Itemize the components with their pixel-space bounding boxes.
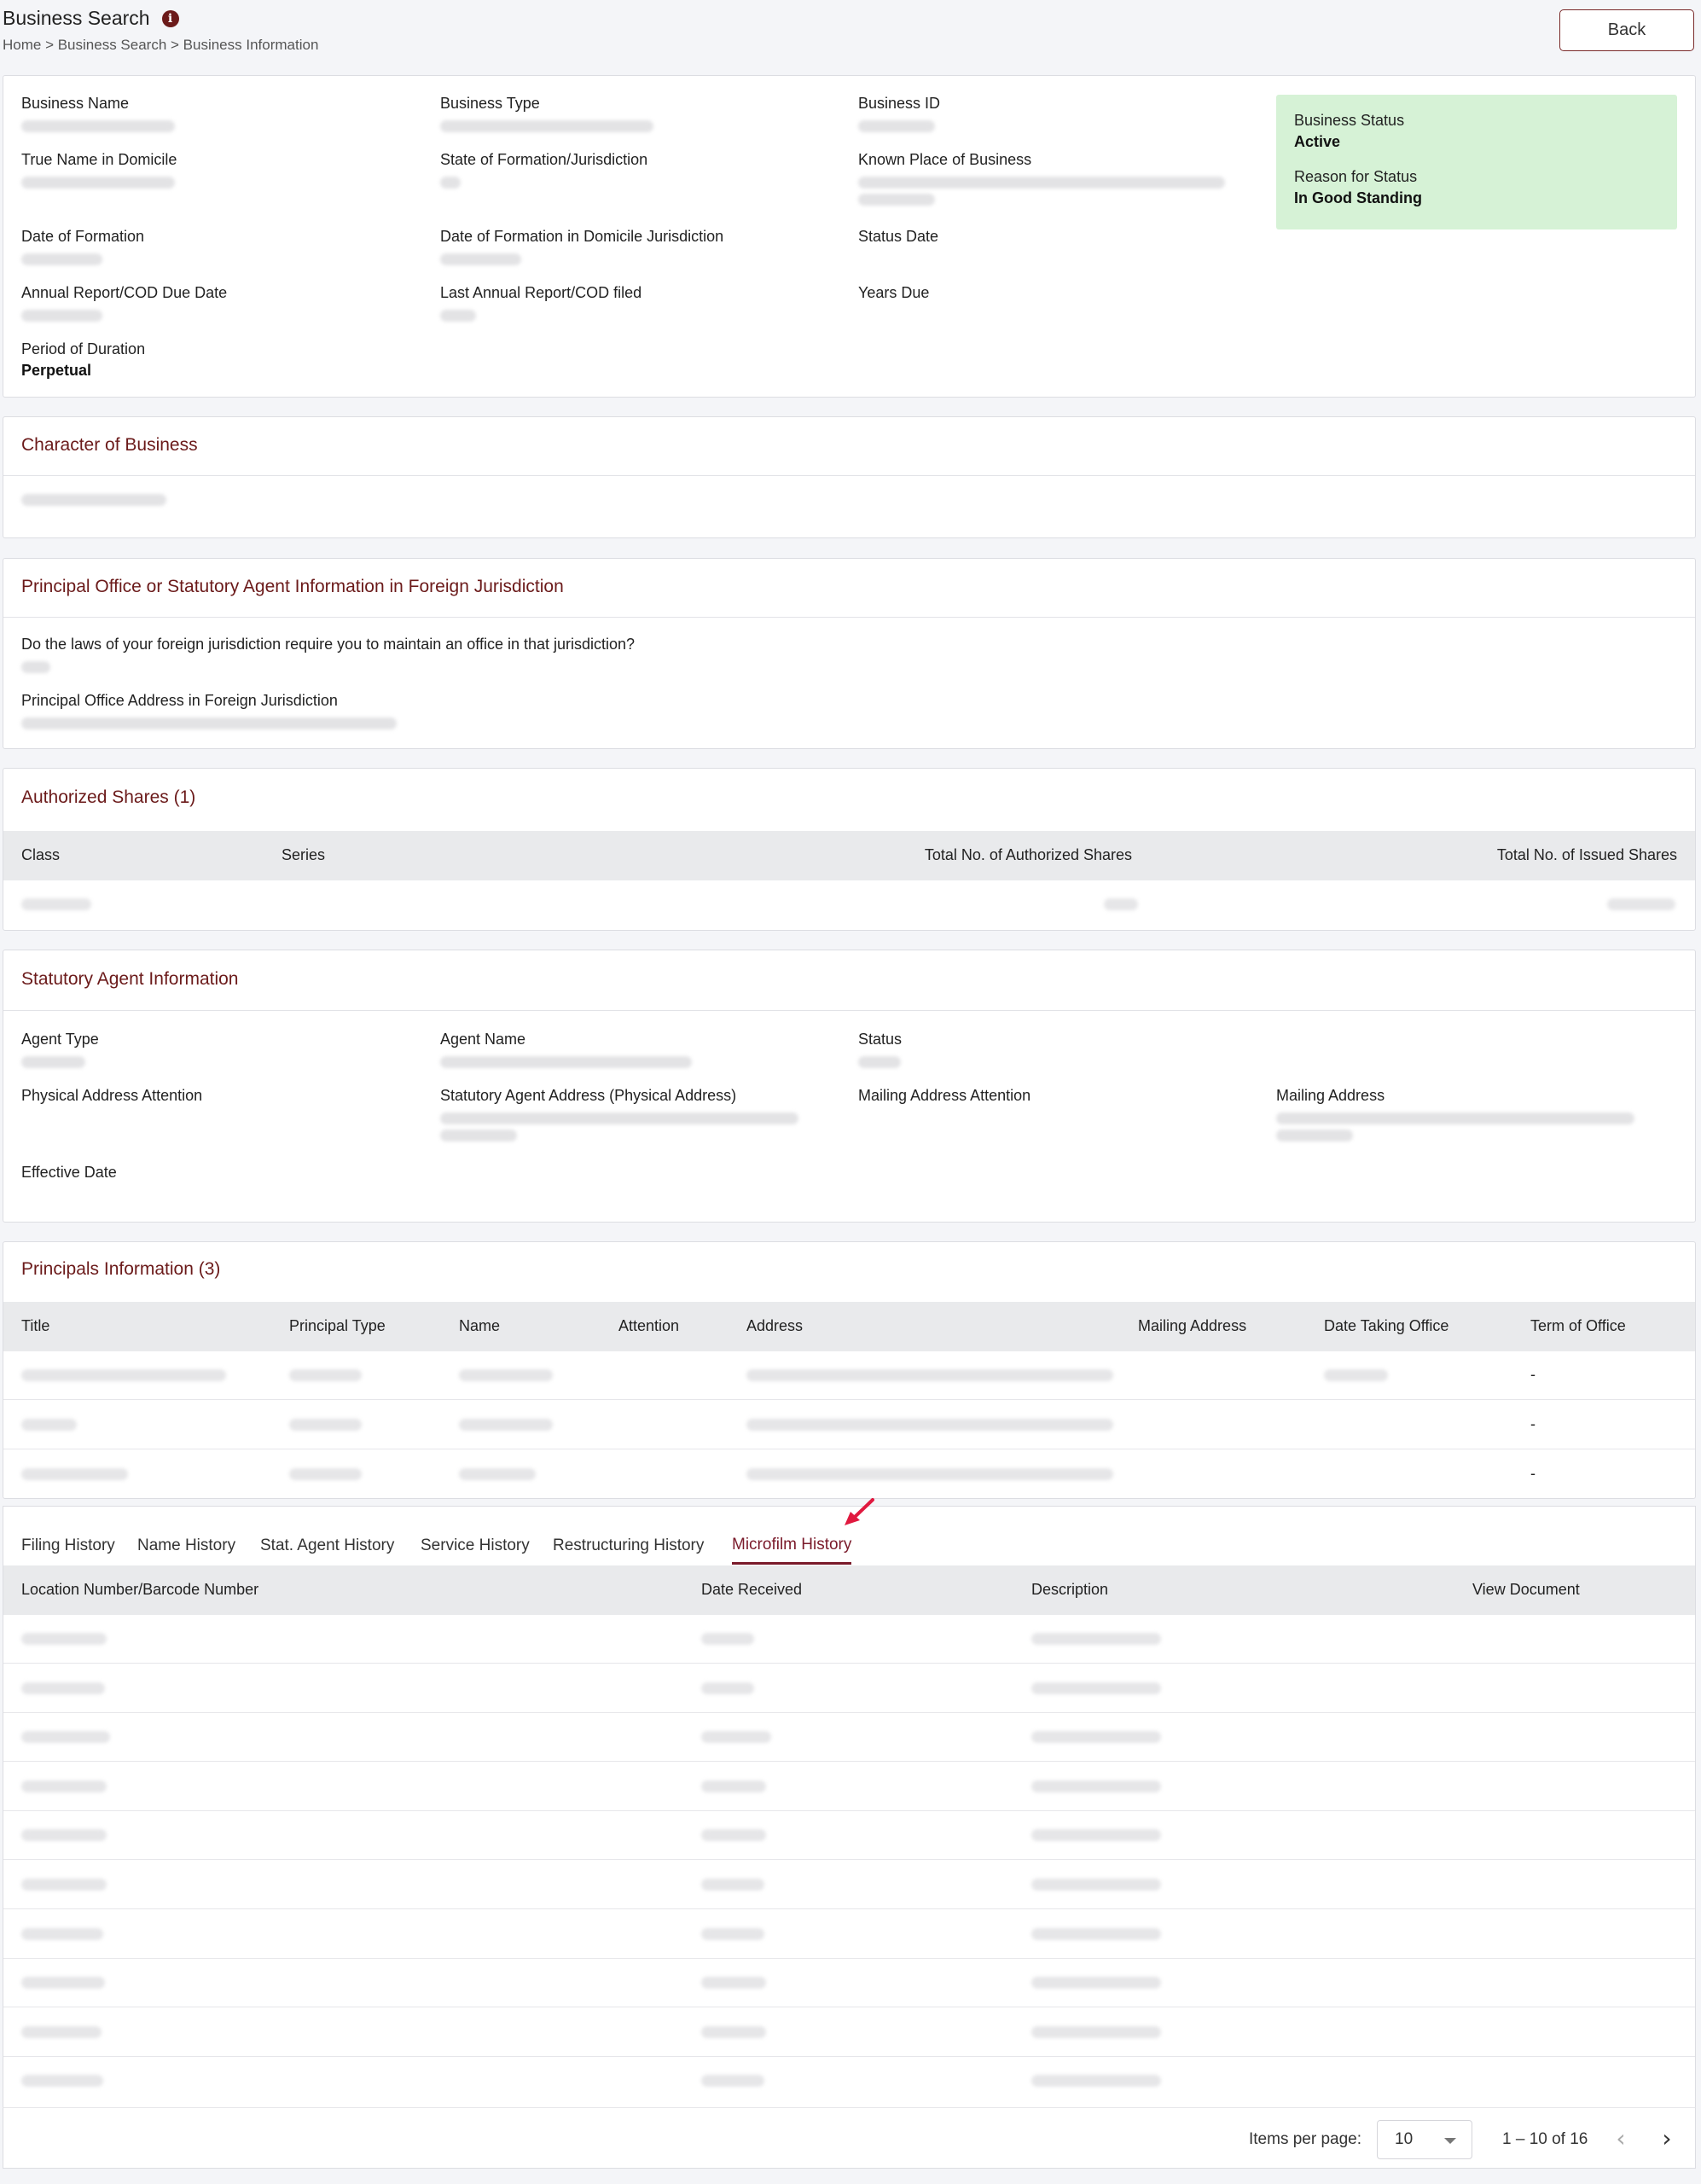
tab-microfilm-history[interactable]: Microfilm History xyxy=(732,1527,852,1565)
field-agent-type: Agent Type xyxy=(21,1031,422,1068)
redacted-value xyxy=(21,717,397,729)
table-row xyxy=(3,1713,1695,1763)
redacted-value xyxy=(21,120,175,132)
tab-service-history[interactable]: Service History xyxy=(421,1527,530,1565)
section-title: Character of Business xyxy=(21,435,198,455)
chevron-down-icon xyxy=(1444,2138,1456,2144)
tab-stat-agent-history[interactable]: Stat. Agent History xyxy=(260,1527,394,1565)
field-physical-address: Statutory Agent Address (Physical Addres… xyxy=(440,1087,841,1141)
redacted-value xyxy=(440,253,521,265)
shares-table-header: Class Series Total No. of Authorized Sha… xyxy=(3,831,1695,880)
redacted-value xyxy=(858,194,935,206)
redacted-value xyxy=(21,253,102,265)
redacted-value xyxy=(440,1112,798,1124)
field-business-type: Business Type xyxy=(440,95,841,132)
table-row xyxy=(3,1763,1695,1811)
redacted-value xyxy=(440,1056,692,1068)
field-last-annual-report: Last Annual Report/COD filed xyxy=(440,284,841,322)
back-button[interactable]: Back xyxy=(1559,9,1694,51)
page-title: Business Search i xyxy=(3,7,1694,30)
redacted-value xyxy=(1276,1130,1353,1141)
principal-office-card: Principal Office or Statutory Agent Info… xyxy=(3,558,1696,749)
items-per-page-select[interactable]: 10 xyxy=(1377,2120,1472,2159)
redacted-value xyxy=(440,120,653,132)
table-row xyxy=(3,1959,1695,2008)
field-business-id: Business ID xyxy=(858,95,1259,132)
redacted-value xyxy=(858,1056,901,1068)
microfilm-table-header: Location Number/Barcode Number Date Rece… xyxy=(3,1565,1695,1615)
character-of-business-card: Character of Business xyxy=(3,416,1696,538)
tab-filing-history[interactable]: Filing History xyxy=(21,1527,115,1565)
redacted-value xyxy=(440,310,476,322)
table-row xyxy=(3,1811,1695,1861)
table-row: - xyxy=(3,1351,1695,1400)
field-effective-date: Effective Date xyxy=(21,1164,117,1181)
field-foreign-office-question: Do the laws of your foreign jurisdiction… xyxy=(21,636,789,673)
redacted-value xyxy=(21,310,102,322)
reason-value: In Good Standing xyxy=(1294,189,1422,206)
table-row xyxy=(3,2057,1695,2106)
principals-card: Principals Information (3) Title Princip… xyxy=(3,1241,1696,1499)
field-business-name: Business Name xyxy=(21,95,422,132)
field-known-place: Known Place of Business xyxy=(858,151,1259,206)
redacted-value xyxy=(21,177,175,189)
table-row: - xyxy=(3,1401,1695,1449)
field-mailing-address: Mailing Address xyxy=(1276,1087,1677,1141)
business-status-box: Business Status Active Reason for Status… xyxy=(1276,95,1677,229)
field-date-formation: Date of Formation xyxy=(21,228,422,265)
section-title: Principal Office or Statutory Agent Info… xyxy=(21,577,564,596)
business-details-card: Business Name Business Type Business ID … xyxy=(3,75,1696,398)
redacted-value xyxy=(21,494,166,506)
items-per-page-label: Items per page: xyxy=(1249,2130,1362,2148)
field-physical-attention: Physical Address Attention xyxy=(21,1087,203,1104)
table-row xyxy=(3,1615,1695,1664)
section-title: Statutory Agent Information xyxy=(21,969,239,989)
principals-table-header: Title Principal Type Name Attention Addr… xyxy=(3,1302,1695,1351)
paginator: Items per page: 10 1 – 10 of 16 ‹ › xyxy=(3,2107,1696,2169)
tab-restructuring-history[interactable]: Restructuring History xyxy=(553,1527,704,1565)
info-icon[interactable]: i xyxy=(161,9,179,27)
tab-name-history[interactable]: Name History xyxy=(137,1527,235,1565)
field-period-duration: Period of Duration Perpetual xyxy=(21,340,146,379)
redacted-value xyxy=(858,120,935,132)
table-row xyxy=(3,1861,1695,1909)
next-page-button[interactable]: › xyxy=(1652,2123,1682,2154)
statutory-agent-card: Statutory Agent Information Agent Type A… xyxy=(3,950,1696,1223)
table-row xyxy=(3,880,1695,929)
field-status-date: Status Date xyxy=(858,228,939,245)
page-header: Business Search i Home > Business Search… xyxy=(3,7,1694,58)
redacted-value xyxy=(1276,1112,1634,1124)
field-agent-status: Status xyxy=(858,1031,1259,1068)
previous-page-button[interactable]: ‹ xyxy=(1605,2123,1636,2154)
field-years-due: Years Due xyxy=(858,284,930,301)
table-row: - xyxy=(3,1450,1695,1499)
redacted-value xyxy=(858,177,1225,189)
field-annual-report-due: Annual Report/COD Due Date xyxy=(21,284,422,322)
redacted-value xyxy=(21,661,50,673)
field-mailing-attention: Mailing Address Attention xyxy=(858,1087,1031,1104)
status-value: Active xyxy=(1294,133,1341,150)
breadcrumb[interactable]: Home > Business Search > Business Inform… xyxy=(3,37,1694,54)
field-foreign-office-address: Principal Office Address in Foreign Juri… xyxy=(21,692,789,729)
table-row xyxy=(3,1910,1695,1959)
microfilm-table: Location Number/Barcode Number Date Rece… xyxy=(3,1565,1696,2108)
table-row xyxy=(3,1664,1695,1713)
authorized-shares-card: Authorized Shares (1) Class Series Total… xyxy=(3,768,1696,931)
field-date-formation-domicile: Date of Formation in Domicile Jurisdicti… xyxy=(440,228,841,265)
section-title: Principals Information (3) xyxy=(21,1259,221,1279)
redacted-value xyxy=(440,177,461,189)
section-title: Authorized Shares (1) xyxy=(21,787,196,807)
table-row xyxy=(3,2008,1695,2057)
field-state-formation: State of Formation/Jurisdiction xyxy=(440,151,841,189)
field-true-name: True Name in Domicile xyxy=(21,151,422,189)
field-agent-name: Agent Name xyxy=(440,1031,841,1068)
pointer-arrow-icon xyxy=(845,1498,874,1525)
redacted-value xyxy=(21,1056,85,1068)
page-title-text: Business Search xyxy=(3,7,150,29)
pagination-range: 1 – 10 of 16 xyxy=(1502,2130,1588,2148)
redacted-value xyxy=(440,1130,517,1141)
